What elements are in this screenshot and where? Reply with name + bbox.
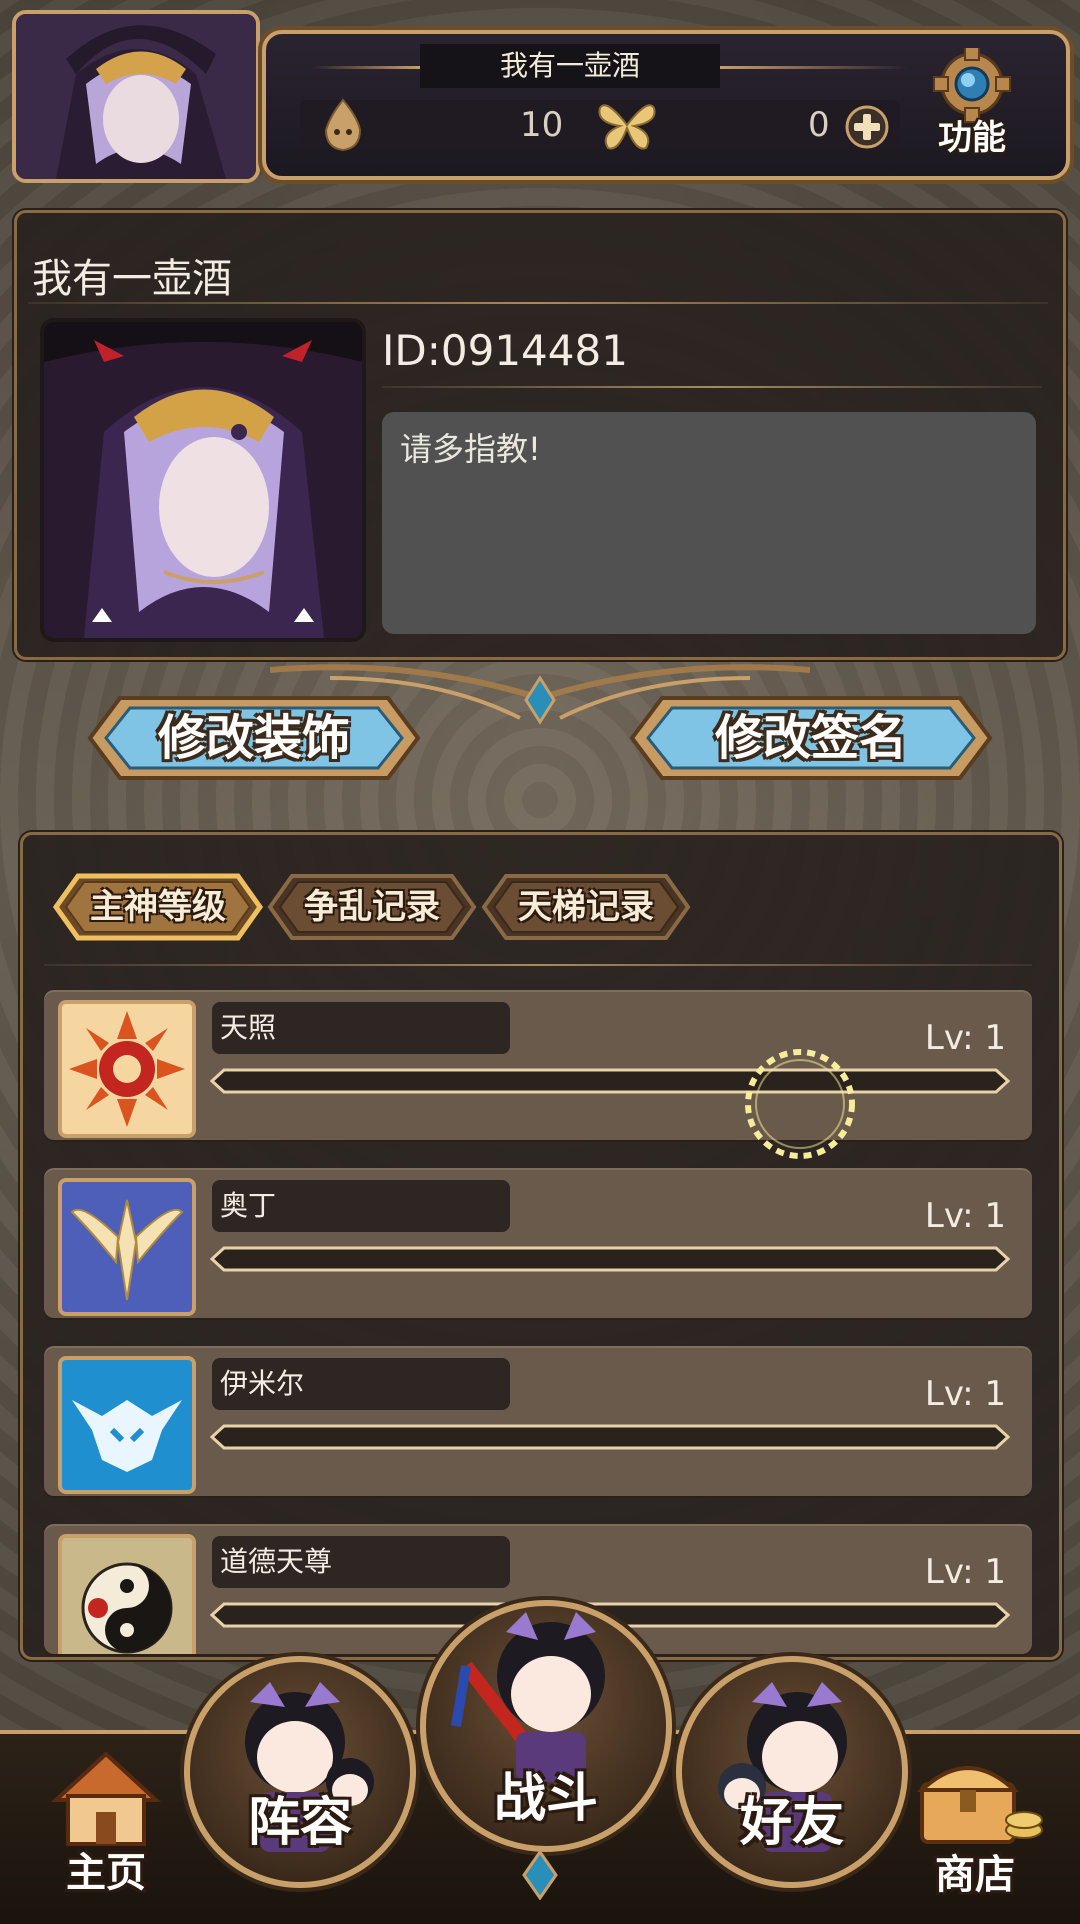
god-level: Lv: 1	[924, 1018, 1006, 1058]
edit-decor-button[interactable]: 修改装饰	[84, 690, 424, 786]
edit-signature-label: 修改签名	[714, 710, 907, 766]
magic-circle-effect	[745, 1049, 855, 1159]
tab-ladder-record[interactable]: 天梯记录	[480, 870, 692, 944]
nav-battle[interactable]: 战斗	[420, 1600, 672, 1852]
profile-name: 我有一壶酒	[32, 256, 232, 302]
top-bar: 我有一壶酒 10 0 功能	[0, 0, 1080, 183]
divider	[382, 386, 1042, 388]
tab-label: 天梯记录	[518, 887, 654, 927]
treasure-chest-icon	[917, 1766, 1043, 1844]
butterfly-icon	[598, 104, 656, 150]
header-player-name: 我有一壶酒	[420, 44, 720, 88]
nav-home-label: 主页	[66, 1850, 146, 1896]
god-row-amaterasu[interactable]: 天照 Lv: 1	[44, 990, 1032, 1140]
frost-skull-icon	[58, 1356, 196, 1494]
avatar-portrait-icon	[44, 322, 362, 638]
divider	[312, 66, 422, 69]
nav-friends[interactable]: 好友	[676, 1656, 908, 1888]
god-progress-bar	[210, 1246, 1010, 1272]
god-level: Lv: 1	[924, 1552, 1006, 1592]
god-progress-bar	[210, 1068, 1010, 1094]
nav-friends-label: 好友	[739, 1793, 844, 1853]
nav-shop-label: 商店	[935, 1852, 1015, 1898]
player-avatar-button[interactable]	[12, 10, 260, 183]
god-row-odin[interactable]: 奥丁 Lv: 1	[44, 1168, 1032, 1318]
settings-label: 功能	[938, 118, 1006, 158]
profile-avatar[interactable]	[40, 318, 366, 642]
tab-label: 主神等级	[90, 887, 226, 927]
house-icon	[50, 1751, 162, 1846]
nav-shop[interactable]: 商店	[900, 1740, 1050, 1900]
nav-lineup[interactable]: 阵容	[184, 1656, 416, 1888]
player-id: ID:0914481	[382, 326, 628, 375]
nav-home[interactable]: 主页	[36, 1740, 176, 1900]
god-level: Lv: 1	[924, 1196, 1006, 1236]
god-name: 天照	[220, 1011, 277, 1044]
god-level: Lv: 1	[924, 1374, 1006, 1414]
soul-count: 10	[520, 105, 564, 145]
signature-box: 请多指教!	[382, 412, 1036, 634]
yin-yang-icon	[58, 1534, 196, 1654]
divider	[718, 66, 908, 69]
gem-ornament-icon	[522, 1850, 558, 1900]
god-row-ymir[interactable]: 伊米尔 Lv: 1	[44, 1346, 1032, 1496]
edit-decor-label: 修改装饰	[157, 710, 350, 766]
tab-god-level[interactable]: 主神等级	[52, 870, 264, 944]
avatar-portrait-icon	[16, 14, 256, 179]
add-currency-button[interactable]	[844, 104, 890, 150]
soul-flame-icon	[324, 98, 362, 152]
divider	[28, 302, 1048, 304]
tab-war-record[interactable]: 争乱记录	[266, 870, 478, 944]
nav-lineup-label: 阵容	[247, 1793, 352, 1853]
god-name: 奥丁	[220, 1189, 277, 1222]
god-progress-bar	[210, 1424, 1010, 1450]
butterfly-count: 0	[808, 105, 830, 145]
tab-label: 争乱记录	[304, 887, 440, 927]
god-name: 道德天尊	[220, 1545, 333, 1578]
nav-battle-label: 战斗	[493, 1769, 598, 1829]
god-name: 伊米尔	[220, 1367, 305, 1400]
signature-text: 请多指教!	[400, 430, 541, 468]
edit-signature-button[interactable]: 修改签名	[626, 690, 996, 786]
settings-button[interactable]: 功能	[920, 45, 1024, 158]
wing-spear-icon	[58, 1178, 196, 1316]
divider	[44, 964, 1032, 966]
sun-crest-icon	[58, 1000, 196, 1138]
